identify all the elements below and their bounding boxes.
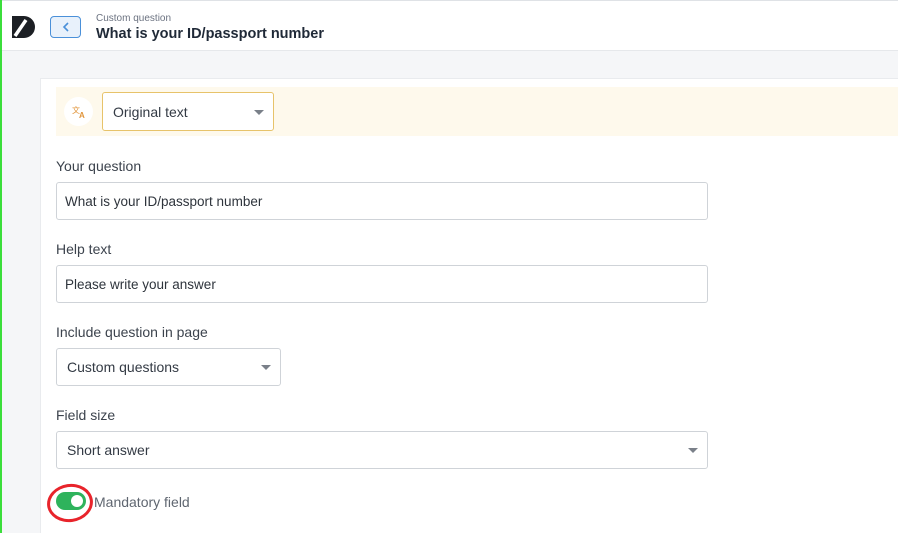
chevron-down-icon <box>254 109 264 115</box>
include-page-select[interactable]: Custom questions <box>56 348 281 386</box>
field-size-select[interactable]: Short answer <box>56 431 708 469</box>
language-select-value: Original text <box>113 103 188 120</box>
chevron-down-icon <box>688 448 698 453</box>
mandatory-label: Mandatory field <box>94 494 190 510</box>
include-page-select-value: Custom questions <box>67 359 180 375</box>
chevron-left-icon <box>62 22 69 32</box>
window-edge <box>0 0 2 533</box>
help-text-label: Help text <box>56 241 112 257</box>
svg-text:A: A <box>79 111 85 120</box>
chevron-down-icon <box>261 365 271 370</box>
app-logo-icon <box>12 16 35 38</box>
page-title: What is your ID/passport number <box>96 26 324 42</box>
back-button[interactable] <box>50 16 81 38</box>
question-input[interactable] <box>56 182 708 220</box>
language-select[interactable]: Original text <box>102 92 274 131</box>
help-text-input[interactable] <box>56 265 708 303</box>
top-divider <box>2 0 898 1</box>
field-size-label: Field size <box>56 407 116 423</box>
translate-icon: 文 A <box>64 97 93 126</box>
include-page-label: Include question in page <box>56 324 208 340</box>
breadcrumb: Custom question <box>96 13 172 24</box>
field-size-select-value: Short answer <box>67 442 150 458</box>
question-label: Your question <box>56 158 142 174</box>
